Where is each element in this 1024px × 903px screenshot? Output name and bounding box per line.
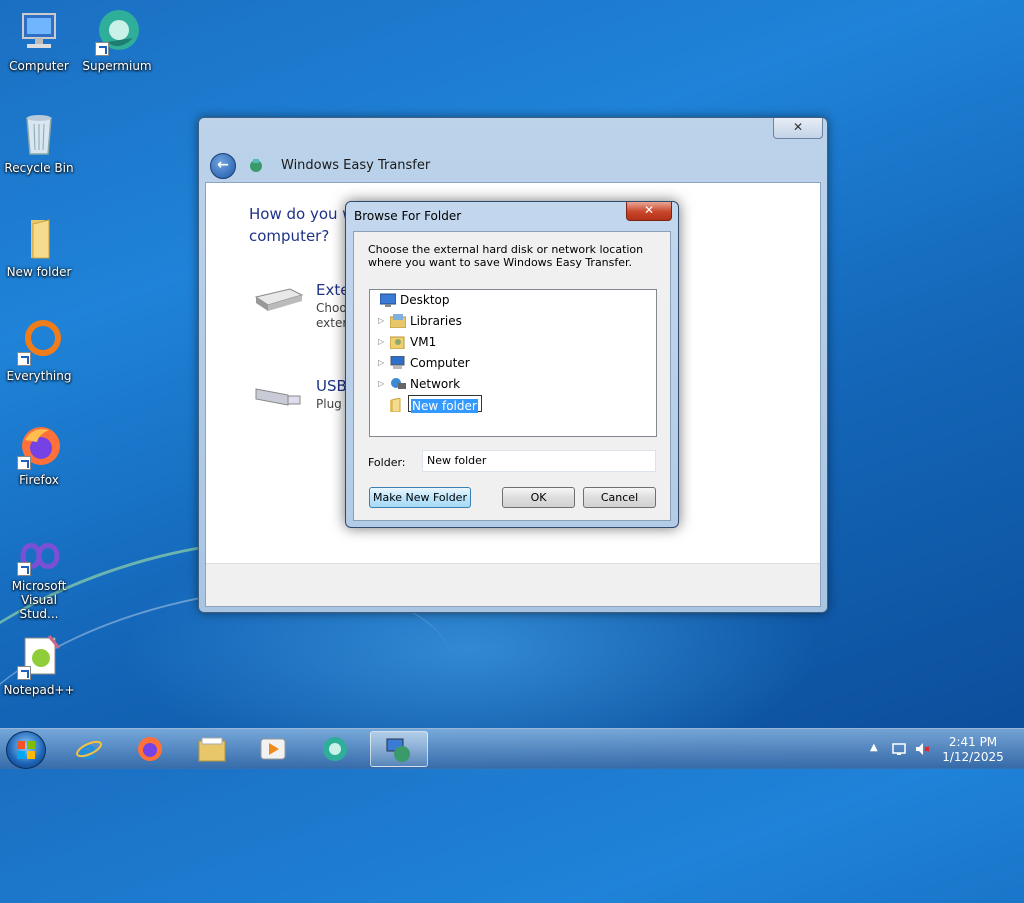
tree-item-label: Libraries — [410, 314, 462, 328]
folder-tree[interactable]: Desktop ▷ Libraries ▷ VM1 ▷ Computer ▷ N… — [369, 289, 657, 437]
show-hidden-icons-button[interactable]: ▲ — [870, 742, 884, 756]
dialog-description: Choose the external hard disk or network… — [368, 243, 644, 269]
windows-logo-icon — [17, 741, 35, 759]
action-center-icon[interactable] — [892, 742, 906, 756]
expand-arrow-icon[interactable]: ▷ — [378, 375, 388, 393]
folder-label: Folder: — [368, 456, 406, 469]
tree-item-label: Desktop — [400, 293, 450, 307]
clock-date: 1/12/2025 — [942, 750, 1004, 764]
user-folder-icon — [389, 335, 406, 350]
easy-transfer-icon — [384, 736, 412, 764]
usb-drive-icon — [254, 379, 304, 409]
window-title: Windows Easy Transfer — [281, 158, 431, 173]
desktop-icon-label: Notepad++ — [3, 683, 75, 697]
taskbar: e ▲ 2:41 PM 1/12/2025 — [0, 728, 1024, 769]
libraries-icon — [389, 314, 407, 329]
tree-item-label: Computer — [410, 356, 470, 370]
supermium-icon — [321, 735, 349, 763]
folder-icon — [198, 735, 226, 763]
option-title: USB — [316, 377, 347, 395]
tree-item-label: Network — [410, 377, 461, 391]
taskbar-media-player[interactable] — [246, 731, 300, 767]
taskbar-firefox[interactable] — [123, 731, 177, 767]
media-player-icon — [259, 735, 287, 763]
new-folder-name-input[interactable]: New folder — [408, 395, 482, 413]
dialog-title: Browse For Folder — [354, 209, 462, 223]
notepadpp-icon — [15, 632, 63, 680]
expand-arrow-icon[interactable]: ▷ — [378, 354, 388, 372]
folder-icon — [388, 397, 404, 413]
dialog-body: Choose the external hard disk or network… — [353, 231, 671, 521]
svg-text:e: e — [79, 736, 97, 763]
desktop-icon-recycle-bin[interactable]: Recycle Bin — [2, 110, 76, 175]
expand-arrow-icon[interactable]: ▷ — [378, 333, 388, 351]
desktop-icon-everything[interactable]: Everything — [2, 318, 76, 383]
everything-icon — [15, 318, 63, 366]
firefox-icon — [15, 422, 63, 470]
desktop-icon-label: Recycle Bin — [4, 161, 74, 175]
tree-item-label: VM1 — [410, 335, 437, 349]
shortcut-arrow-icon — [17, 562, 31, 576]
taskbar-internet-explorer[interactable]: e — [62, 731, 116, 767]
start-button[interactable] — [6, 731, 46, 769]
shortcut-arrow-icon — [17, 456, 31, 470]
desktop-icon-label: Firefox — [19, 473, 59, 487]
desktop-icon — [379, 293, 397, 307]
ok-button[interactable]: OK — [502, 487, 575, 508]
supermium-icon — [93, 8, 141, 56]
folder-icon — [15, 214, 63, 262]
desktop-icon-visual-studio[interactable]: Microsoft Visual Stud... — [0, 536, 78, 621]
folder-input[interactable]: New folder — [422, 450, 656, 472]
desktop-icon-new-folder[interactable]: New folder — [2, 214, 76, 279]
desktop-icon-label: Microsoft Visual Stud... — [11, 579, 67, 621]
option-description: Plug i — [316, 397, 349, 411]
shortcut-arrow-icon — [17, 666, 31, 680]
desktop-icon-firefox[interactable]: Firefox — [2, 422, 76, 487]
shortcut-arrow-icon — [95, 42, 109, 56]
visual-studio-icon — [15, 536, 63, 576]
firefox-icon — [136, 735, 164, 763]
volume-muted-icon[interactable] — [915, 742, 930, 756]
dialog-close-button[interactable]: ✕ — [626, 202, 672, 221]
internet-explorer-icon: e — [75, 735, 103, 766]
network-icon — [390, 377, 406, 391]
window-footer — [206, 563, 820, 606]
taskbar-supermium[interactable] — [308, 731, 362, 767]
window-close-button[interactable]: ✕ — [773, 118, 823, 139]
desktop-icon-label: Supermium — [82, 59, 152, 73]
taskbar-easy-transfer[interactable] — [370, 731, 428, 767]
computer-icon — [390, 355, 406, 370]
computer-icon — [15, 8, 63, 56]
shortcut-arrow-icon — [17, 352, 31, 366]
cancel-button[interactable]: Cancel — [583, 487, 656, 508]
desktop-icon-computer[interactable]: Computer — [2, 8, 76, 73]
browse-for-folder-dialog: Browse For Folder ✕ Choose the external … — [345, 201, 679, 528]
recycle-bin-icon — [15, 110, 63, 158]
back-arrow-icon[interactable]: ← — [210, 153, 236, 179]
desktop-icon-label: Everything — [6, 369, 72, 383]
expand-arrow-icon[interactable]: ▷ — [378, 312, 388, 330]
desktop-icon-supermium[interactable]: Supermium — [80, 8, 154, 73]
system-clock[interactable]: 2:41 PM 1/12/2025 — [936, 735, 1010, 765]
new-folder-name-selection: New folder — [411, 399, 478, 413]
make-new-folder-button[interactable]: Make New Folder — [369, 487, 471, 508]
desktop-icon-label: Computer — [9, 59, 69, 73]
easy-transfer-app-icon — [248, 157, 264, 173]
external-disk-icon — [254, 283, 304, 313]
clock-time: 2:41 PM — [948, 735, 998, 749]
desktop-icon-label: New folder — [6, 265, 72, 279]
taskbar-windows-explorer[interactable] — [185, 731, 239, 767]
desktop-icon-notepadpp[interactable]: Notepad++ — [2, 632, 76, 697]
